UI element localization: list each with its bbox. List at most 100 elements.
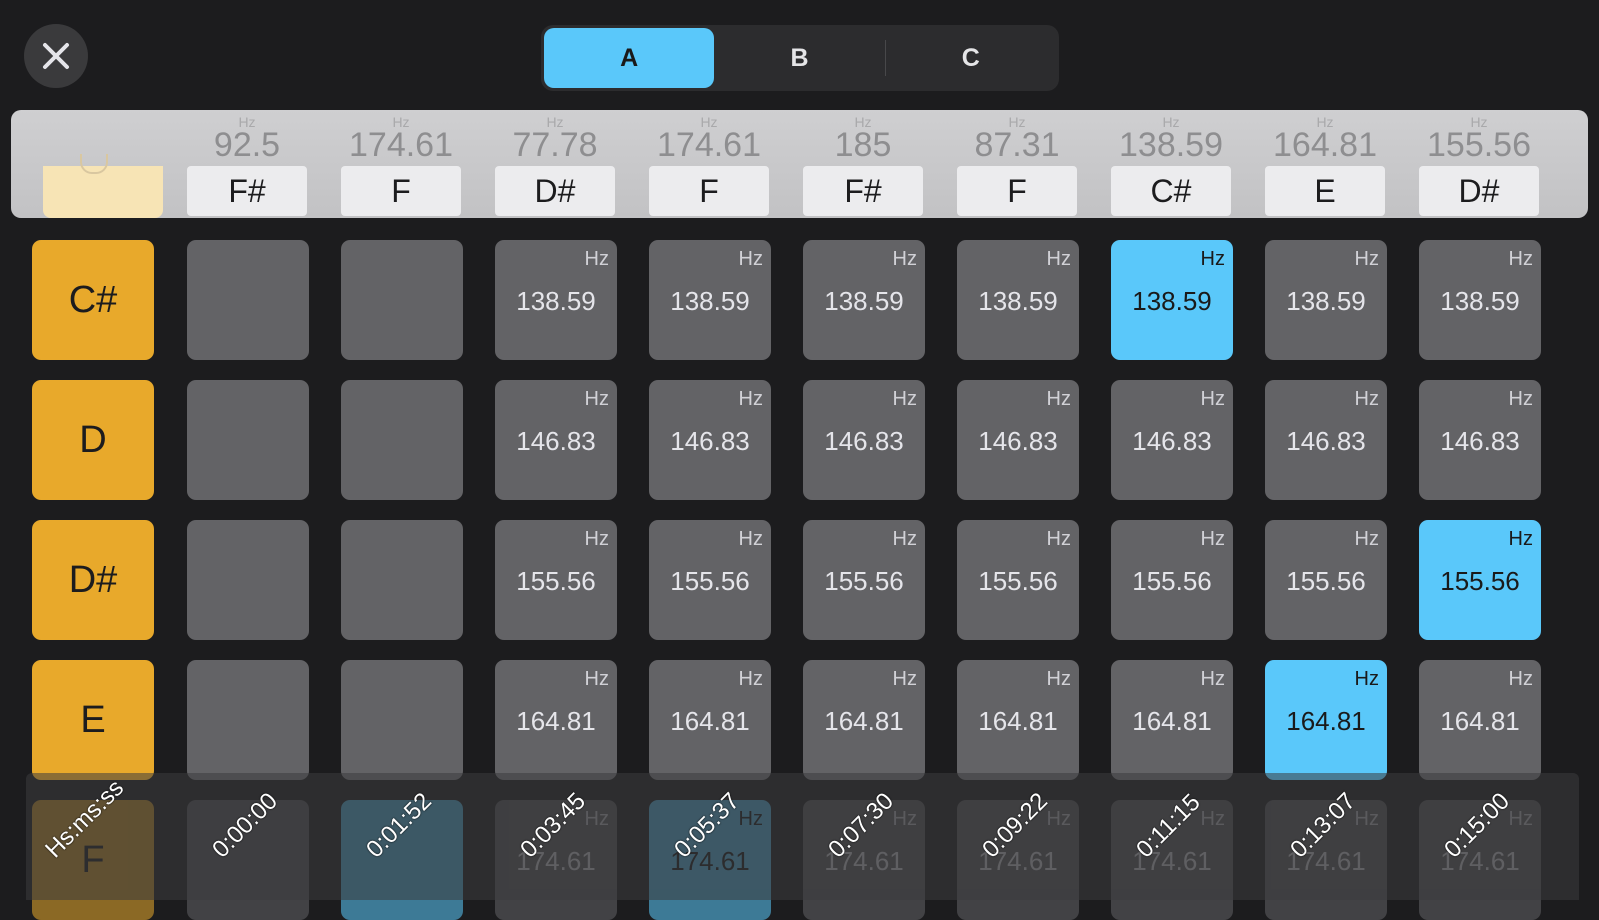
cell-frequency: 138.59: [1286, 286, 1366, 316]
cell-unit: Hz: [1200, 528, 1225, 550]
cell-unit: Hz: [892, 248, 917, 270]
grid-cell[interactable]: Hz 155.56: [957, 520, 1079, 640]
grid-cell[interactable]: Hz 138.59: [1265, 240, 1387, 360]
cell-frequency: 138.59: [978, 286, 1058, 316]
cell-frequency: 146.83: [978, 426, 1058, 456]
grid-cell[interactable]: [187, 240, 309, 360]
cell-unit: Hz: [584, 248, 609, 270]
cell-frequency: 155.56: [1286, 566, 1366, 596]
cell-frequency: 146.83: [1440, 426, 1520, 456]
grid-cell[interactable]: Hz 164.81: [649, 660, 771, 780]
cell-frequency: 164.81: [516, 706, 596, 736]
header-frequency: 92.5: [213, 126, 281, 164]
cell-frequency: 164.81: [670, 706, 750, 736]
cell-frequency: 164.81: [824, 706, 904, 736]
header-note[interactable]: D#: [495, 166, 615, 216]
grid-cell[interactable]: Hz 146.83: [957, 380, 1079, 500]
grid-cell[interactable]: Hz 164.81: [1111, 660, 1233, 780]
cell-frequency: 164.81: [1132, 706, 1212, 736]
segment-a[interactable]: A: [544, 28, 715, 88]
cell-frequency: 146.83: [1132, 426, 1212, 456]
header-note[interactable]: F: [341, 166, 461, 216]
grid-cell[interactable]: Hz 155.56: [803, 520, 925, 640]
pattern-segmented-control: A B C: [541, 25, 1059, 91]
grid-cell[interactable]: [341, 520, 463, 640]
grid-cell[interactable]: Hz 138.59: [957, 240, 1079, 360]
grid-cell[interactable]: Hz 164.81: [803, 660, 925, 780]
grid-cell[interactable]: Hz 155.56: [1419, 520, 1541, 640]
grid-cell[interactable]: [341, 380, 463, 500]
cell-unit: Hz: [1046, 388, 1071, 410]
header-note[interactable]: F: [957, 166, 1077, 216]
row-label-e[interactable]: E: [32, 660, 154, 780]
cell-unit: Hz: [892, 528, 917, 550]
grid-cell[interactable]: Hz 146.83: [803, 380, 925, 500]
cell-unit: Hz: [738, 528, 763, 550]
cell-frequency: 146.83: [516, 426, 596, 456]
grid-cell[interactable]: Hz 146.83: [1419, 380, 1541, 500]
row-label-d-sharp[interactable]: D#: [32, 520, 154, 640]
grid-cell[interactable]: Hz 138.59: [649, 240, 771, 360]
cell-frequency: 155.56: [670, 566, 750, 596]
grid-cell[interactable]: Hz 164.81: [1265, 660, 1387, 780]
cell-frequency: 164.81: [1440, 706, 1520, 736]
grid-cell[interactable]: Hz 146.83: [1265, 380, 1387, 500]
grid-cell[interactable]: [341, 660, 463, 780]
segment-c[interactable]: C: [886, 28, 1056, 88]
grid-cell[interactable]: [187, 520, 309, 640]
header-column-7: Hz 138.59 C#: [1111, 110, 1231, 218]
header-note[interactable]: F: [649, 166, 769, 216]
row-label-d[interactable]: D: [32, 380, 154, 500]
grid-cell[interactable]: Hz 138.59: [495, 240, 617, 360]
row-label-c-sharp[interactable]: C#: [32, 240, 154, 360]
grid-cell[interactable]: Hz 164.81: [495, 660, 617, 780]
header-frequency: 174.61: [349, 126, 453, 164]
header-column-1: Hz 92.5 F#: [187, 110, 307, 218]
cell-frequency: 155.56: [1440, 566, 1520, 596]
header-note[interactable]: F#: [803, 166, 923, 216]
cell-unit: Hz: [738, 248, 763, 270]
cell-frequency: 138.59: [670, 286, 750, 316]
cell-unit: Hz: [584, 668, 609, 690]
grid-cell[interactable]: Hz 146.83: [649, 380, 771, 500]
header-row-label-slot: [43, 166, 163, 218]
cell-frequency: 138.59: [1132, 286, 1212, 316]
segment-b[interactable]: B: [714, 28, 884, 88]
header-note[interactable]: D#: [1419, 166, 1539, 216]
grid-cell[interactable]: Hz 164.81: [957, 660, 1079, 780]
grid-cell[interactable]: [187, 660, 309, 780]
header-note[interactable]: F#: [187, 166, 307, 216]
grid-cell[interactable]: Hz 146.83: [495, 380, 617, 500]
header-column-2: Hz 174.61 F: [341, 110, 461, 218]
cell-unit: Hz: [1508, 528, 1533, 550]
header-note[interactable]: E: [1265, 166, 1385, 216]
grid-cell[interactable]: Hz 164.81: [1419, 660, 1541, 780]
cell-unit: Hz: [738, 388, 763, 410]
header-column-8: Hz 164.81 E: [1265, 110, 1385, 218]
grid-cell[interactable]: Hz 155.56: [1111, 520, 1233, 640]
cell-unit: Hz: [1046, 528, 1071, 550]
grid-cell[interactable]: Hz 138.59: [1111, 240, 1233, 360]
header-column-9: Hz 155.56 D#: [1419, 110, 1539, 218]
grid-cell[interactable]: Hz 146.83: [1111, 380, 1233, 500]
grid-cell[interactable]: [341, 240, 463, 360]
close-button[interactable]: [24, 24, 88, 88]
cell-frequency: 155.56: [1132, 566, 1212, 596]
grid-cell[interactable]: Hz 155.56: [649, 520, 771, 640]
cell-frequency: 164.81: [1286, 706, 1366, 736]
cell-unit: Hz: [1046, 668, 1071, 690]
header-frequency: 174.61: [657, 126, 761, 164]
cell-frequency: 155.56: [824, 566, 904, 596]
grid-cell[interactable]: Hz 138.59: [803, 240, 925, 360]
grid-cell[interactable]: Hz 155.56: [495, 520, 617, 640]
cell-frequency: 138.59: [824, 286, 904, 316]
cell-unit: Hz: [892, 668, 917, 690]
header-note[interactable]: C#: [1111, 166, 1231, 216]
grid-cell[interactable]: [187, 380, 309, 500]
cell-unit: Hz: [584, 528, 609, 550]
cell-unit: Hz: [892, 388, 917, 410]
grid-cell[interactable]: Hz 155.56: [1265, 520, 1387, 640]
header-column-3: Hz 77.78 D#: [495, 110, 615, 218]
cell-unit: Hz: [1354, 668, 1379, 690]
grid-cell[interactable]: Hz 138.59: [1419, 240, 1541, 360]
